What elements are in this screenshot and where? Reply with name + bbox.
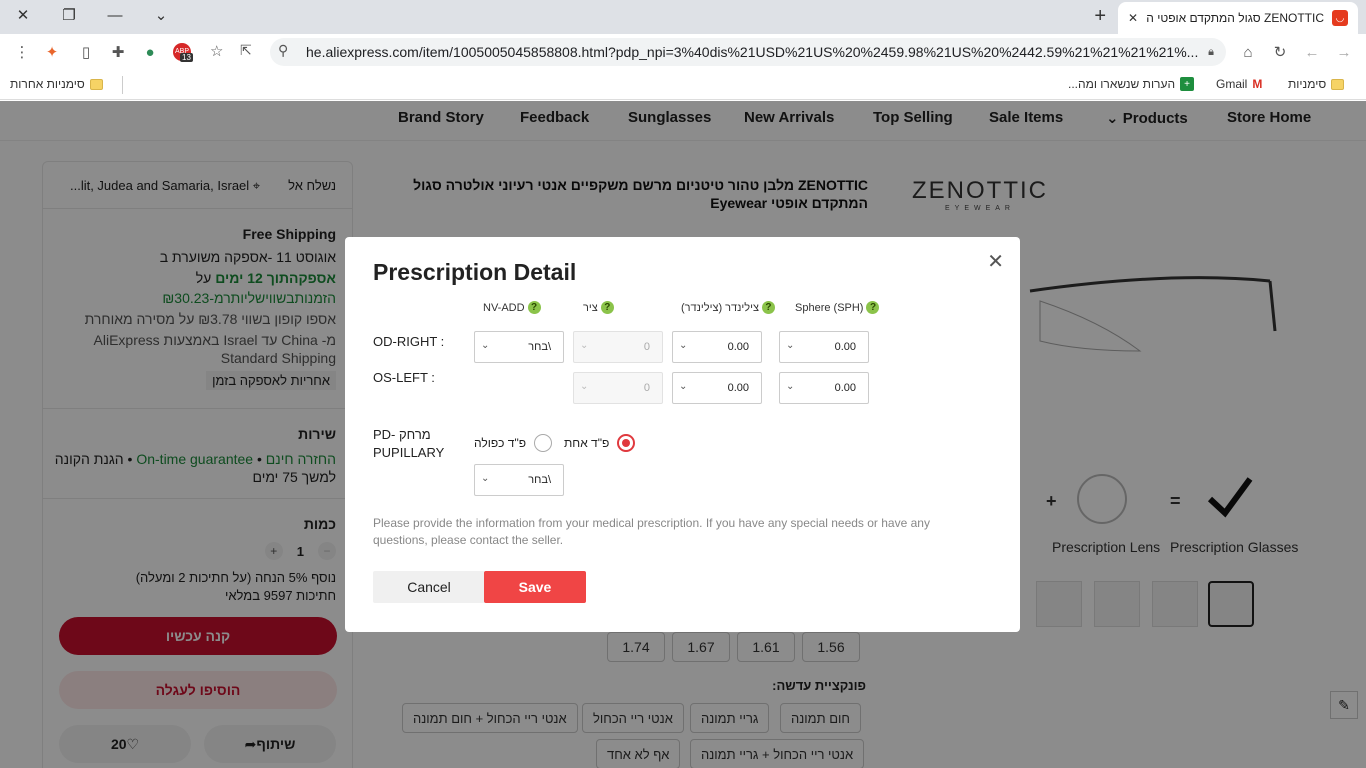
help-icon[interactable]: ? xyxy=(527,301,541,314)
tab-title: ZENOTTIC סגול המתקדם אופטי ה xyxy=(1146,11,1324,25)
lock-icon[interactable]: 🔒︎ xyxy=(1208,46,1214,59)
column-cyl-label: צילינדר (צילינדר) xyxy=(681,301,759,314)
pd-dual-label: פ"ד כפולה xyxy=(474,436,527,450)
bookmark-bookmarks-label: סימניות xyxy=(1288,77,1327,91)
tab-close-icon[interactable]: ✕ xyxy=(1128,11,1138,25)
od-add-value: בחר\ xyxy=(528,341,551,353)
chevron-down-icon: ⌄ xyxy=(679,340,688,351)
folder-icon xyxy=(1331,78,1345,90)
minimize-window-icon[interactable]: — xyxy=(92,0,138,30)
od-sph-value: 0.00 xyxy=(834,341,856,353)
pd-label-line1: PD- מרחק xyxy=(373,427,431,442)
chevron-down-icon: ⌄ xyxy=(580,381,589,392)
os-sph-value: 0.00 xyxy=(834,382,856,394)
dialog-title: Prescription Detail xyxy=(373,259,577,285)
help-icon[interactable]: ? xyxy=(866,301,880,314)
od-axis-select[interactable]: ⌄ 0 xyxy=(573,331,663,363)
browser-toolbar: ⋮ ✦ ▯ ✚ ● ABP 13 ☆ ⇱ ⚲ he.aliexpress.com… xyxy=(0,34,1366,70)
bookmark-other[interactable]: סימניות אחרות xyxy=(10,77,103,91)
pd-single-radio[interactable]: פ"ד אחת xyxy=(564,434,636,452)
tab-search-chevron-icon[interactable]: ⌄ xyxy=(138,0,184,30)
od-sph-select[interactable]: ⌄ 0.00 xyxy=(779,331,869,363)
column-axis-label: ציר xyxy=(583,301,598,314)
column-nv-add-label: NV-ADD xyxy=(483,301,525,314)
close-icon[interactable]: ✕ xyxy=(987,249,1004,274)
column-head-nv-add: ? NV-ADD xyxy=(483,301,541,314)
menu-dots-icon[interactable]: ⋮ xyxy=(12,42,32,62)
browser-tab[interactable]: ◡ ZENOTTIC סגול המתקדם אופטי ה ✕ xyxy=(1118,2,1358,34)
prescription-dialog: Prescription Detail ✕ ? Sphere (SPH) ? צ… xyxy=(345,237,1020,632)
os-cyl-select[interactable]: ⌄ 0.00 xyxy=(672,372,762,404)
new-tab-button[interactable]: + xyxy=(1094,5,1106,28)
prescription-note: Please provide the information from your… xyxy=(373,516,930,547)
address-bar[interactable]: ☆ ⇱ ⚲ he.aliexpress.com/item/10050050458… xyxy=(210,38,1226,66)
back-icon[interactable]: → xyxy=(1334,42,1354,62)
radio-selected-icon xyxy=(617,434,636,452)
extension-globe-icon[interactable]: ● xyxy=(140,42,160,62)
od-add-select[interactable]: ⌄ בחר\ xyxy=(474,331,564,363)
os-left-label: OS-LEFT : xyxy=(373,370,435,385)
save-button[interactable]: Save xyxy=(484,571,586,603)
od-axis-value: 0 xyxy=(643,341,650,353)
close-window-icon[interactable]: ✕ xyxy=(0,0,46,30)
adblock-badge: 13 xyxy=(180,53,193,62)
column-head-cyl: ? צילינדר (צילינדר) xyxy=(681,301,775,314)
pd-value: בחר\ xyxy=(528,474,551,486)
sidebar-icon[interactable]: ▯ xyxy=(76,42,96,62)
pd-single-label: פ"ד אחת xyxy=(564,436,610,450)
od-right-label: OD-RIGHT : xyxy=(373,334,445,349)
chevron-down-icon: ⌄ xyxy=(786,381,795,392)
pd-dual-radio[interactable]: פ"ד כפולה xyxy=(474,434,553,452)
search-icon: ⚲ xyxy=(278,42,289,58)
forward-icon[interactable]: ← xyxy=(1302,42,1322,62)
od-cyl-value: 0.00 xyxy=(727,341,749,353)
sheets-icon: + xyxy=(1180,77,1195,91)
chevron-down-icon: ⌄ xyxy=(481,340,490,351)
gmail-icon: M xyxy=(1252,77,1263,91)
adblock-extension-icon[interactable]: ABP 13 xyxy=(172,42,193,62)
bookmarks-bar: סימניות אחרות + הערות שנשארו ומה... M Gm… xyxy=(0,70,1366,100)
pd-label: PD- מרחק PUPILLARY xyxy=(373,426,444,462)
chevron-down-icon: ⌄ xyxy=(580,340,589,351)
aliexpress-favicon-icon: ◡ xyxy=(1332,10,1348,26)
bookmarks-separator xyxy=(122,76,123,94)
folder-icon xyxy=(89,78,103,90)
os-cyl-value: 0.00 xyxy=(727,382,749,394)
chevron-down-icon: ⌄ xyxy=(481,473,490,484)
restore-window-icon[interactable]: ❐ xyxy=(46,0,92,30)
chevron-down-icon: ⌄ xyxy=(679,381,688,392)
tab-strip: ✕ ❐ — ⌄ + ◡ ZENOTTIC סגול המתקדם אופטי ה… xyxy=(0,0,1366,34)
reload-icon[interactable]: ↻ xyxy=(1270,42,1290,62)
home-icon[interactable]: ⌂ xyxy=(1238,42,1258,62)
os-axis-select[interactable]: ⌄ 0 xyxy=(573,372,663,404)
cancel-button[interactable]: Cancel xyxy=(373,571,485,603)
bookmark-gmail[interactable]: M Gmail xyxy=(1216,77,1262,91)
column-head-sph: ? Sphere (SPH) xyxy=(795,301,880,314)
bookmark-other-label: סימניות אחרות xyxy=(10,77,85,91)
url-text: he.aliexpress.com/item/1005005045858808.… xyxy=(306,44,1199,60)
radio-unselected-icon xyxy=(534,434,553,452)
share-page-icon[interactable]: ⇱ xyxy=(240,42,252,59)
extensions-puzzle-icon[interactable]: ✚ xyxy=(108,42,128,62)
column-head-axis: ? ציר xyxy=(583,301,614,314)
help-icon[interactable]: ? xyxy=(600,301,614,314)
bookmark-gmail-label: Gmail xyxy=(1216,77,1248,91)
os-sph-select[interactable]: ⌄ 0.00 xyxy=(779,372,869,404)
help-icon[interactable]: ? xyxy=(761,301,775,314)
od-cyl-select[interactable]: ⌄ 0.00 xyxy=(672,331,762,363)
bookmark-star-icon[interactable]: ☆ xyxy=(210,42,223,60)
column-sph-label: Sphere (SPH) xyxy=(795,301,864,314)
pd-label-line2: PUPILLARY xyxy=(373,445,445,460)
bookmark-notes-label: הערות שנשארו ומה... xyxy=(1068,77,1176,91)
chevron-down-icon: ⌄ xyxy=(786,340,795,351)
os-axis-value: 0 xyxy=(643,382,650,394)
pd-select[interactable]: ⌄ בחר\ xyxy=(474,464,564,496)
bookmark-bookmarks[interactable]: סימניות xyxy=(1288,77,1345,91)
extension-butterfly-icon[interactable]: ✦ xyxy=(42,42,62,62)
bookmark-notes[interactable]: + הערות שנשארו ומה... xyxy=(1068,77,1195,91)
